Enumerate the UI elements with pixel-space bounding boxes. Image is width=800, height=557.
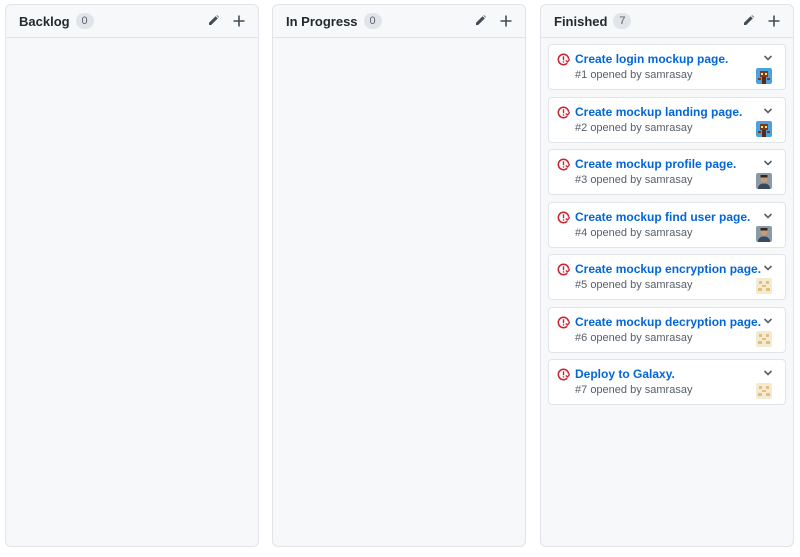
issue-author[interactable]: samrasay <box>645 227 693 239</box>
issue-title-link[interactable]: Create mockup landing page. <box>575 104 777 120</box>
identicon-avatar[interactable] <box>756 330 772 347</box>
issue-number: #6 <box>575 331 588 344</box>
issue-closed-icon <box>557 53 571 66</box>
column-actions <box>741 14 781 28</box>
issue-closed-icon <box>557 106 571 119</box>
identicon-avatar[interactable] <box>756 383 772 399</box>
column-in-progress: In Progress 0 <box>272 4 526 547</box>
card-list: Create login mockup page. #1 opened by s… <box>541 38 793 418</box>
issue-number: #2 <box>575 121 588 134</box>
issue-card[interactable]: Create mockup find user page. #4 opened … <box>548 201 786 248</box>
chevron-down-icon[interactable] <box>762 314 774 326</box>
plus-icon[interactable] <box>232 14 246 28</box>
issue-author[interactable]: samrasay <box>645 69 693 81</box>
chevron-down-icon[interactable] <box>762 261 774 273</box>
issue-card[interactable]: Create login mockup page. #1 opened by s… <box>548 44 786 90</box>
issue-number: #3 <box>575 174 588 186</box>
column-header: Backlog 0 <box>6 5 258 38</box>
issue-card[interactable]: Create mockup profile page. #3 opened by… <box>548 149 786 195</box>
project-board: Backlog 0 In Progress 0 Finished 7 Creat… <box>0 0 800 557</box>
opened-by-text: opened by <box>590 69 642 81</box>
chevron-down-icon[interactable] <box>762 366 774 378</box>
issue-closed-icon <box>557 316 571 329</box>
opened-by-text: opened by <box>590 331 642 344</box>
column-actions <box>206 14 246 28</box>
issue-meta: #7 opened by samrasay <box>575 383 777 398</box>
issue-card[interactable]: Deploy to Galaxy. #7 opened by samrasay <box>548 359 786 405</box>
column-count-badge: 0 <box>363 13 382 29</box>
issue-title-link[interactable]: Create mockup encryption page. <box>575 261 777 277</box>
column-count-badge: 7 <box>613 13 632 29</box>
identicon-avatar[interactable] <box>756 278 772 294</box>
issue-card[interactable]: Create mockup decryption page. #6 opened… <box>548 306 786 353</box>
issue-title-link[interactable]: Deploy to Galaxy. <box>575 366 777 382</box>
issue-meta: #3 opened by samrasay <box>575 173 777 188</box>
issue-meta: #4 opened by samrasay <box>575 226 777 241</box>
column-finished: Finished 7 Create login mockup page. #1 … <box>540 4 794 547</box>
column-header: Finished 7 <box>541 5 793 38</box>
issue-closed-icon <box>557 158 571 171</box>
column-backlog: Backlog 0 <box>5 4 259 547</box>
chevron-down-icon[interactable] <box>762 156 774 168</box>
column-title: Finished <box>554 13 608 29</box>
pencil-icon[interactable] <box>741 14 755 28</box>
issue-closed-icon <box>557 211 571 224</box>
opened-by-text: opened by <box>590 174 642 186</box>
issue-author[interactable]: samrasay <box>645 384 693 396</box>
issue-title-link[interactable]: Create mockup decryption page. <box>575 314 777 330</box>
column-actions <box>473 14 513 28</box>
issue-meta: #1 opened by samrasay <box>575 68 777 83</box>
plus-icon[interactable] <box>767 14 781 28</box>
column-header: In Progress 0 <box>273 5 525 38</box>
issue-number: #4 <box>575 226 588 239</box>
issue-author[interactable]: samrasay <box>645 122 693 134</box>
person-avatar[interactable] <box>756 173 772 189</box>
chevron-down-icon[interactable] <box>762 209 774 221</box>
opened-by-text: opened by <box>590 121 642 134</box>
person-avatar[interactable] <box>756 225 772 242</box>
chevron-down-icon[interactable] <box>762 104 774 116</box>
issue-closed-icon <box>557 368 571 381</box>
issue-author[interactable]: samrasay <box>645 332 693 344</box>
issue-title-link[interactable]: Create mockup find user page. <box>575 209 777 225</box>
opened-by-text: opened by <box>590 279 642 291</box>
issue-number: #1 <box>575 69 588 81</box>
issue-card[interactable]: Create mockup encryption page. #5 opened… <box>548 254 786 300</box>
issue-title-link[interactable]: Create mockup profile page. <box>575 156 777 172</box>
issue-meta: #2 opened by samrasay <box>575 121 777 136</box>
opened-by-text: opened by <box>590 384 642 396</box>
pencil-icon[interactable] <box>206 14 220 28</box>
chevron-down-icon[interactable] <box>762 51 774 63</box>
issue-title-link[interactable]: Create login mockup page. <box>575 51 777 67</box>
issue-meta: #5 opened by samrasay <box>575 278 777 293</box>
issue-number: #5 <box>575 279 588 291</box>
robot-avatar[interactable] <box>756 120 772 137</box>
issue-number: #7 <box>575 384 588 396</box>
column-count-badge: 0 <box>75 13 94 29</box>
pencil-icon[interactable] <box>473 14 487 28</box>
column-title: Backlog <box>19 13 70 29</box>
plus-icon[interactable] <box>499 14 513 28</box>
issue-author[interactable]: samrasay <box>645 279 693 291</box>
issue-meta: #6 opened by samrasay <box>575 331 777 346</box>
issue-card[interactable]: Create mockup landing page. #2 opened by… <box>548 96 786 143</box>
opened-by-text: opened by <box>590 226 642 239</box>
issue-closed-icon <box>557 263 571 276</box>
column-title: In Progress <box>286 13 358 29</box>
robot-avatar[interactable] <box>756 68 772 84</box>
issue-author[interactable]: samrasay <box>645 174 693 186</box>
